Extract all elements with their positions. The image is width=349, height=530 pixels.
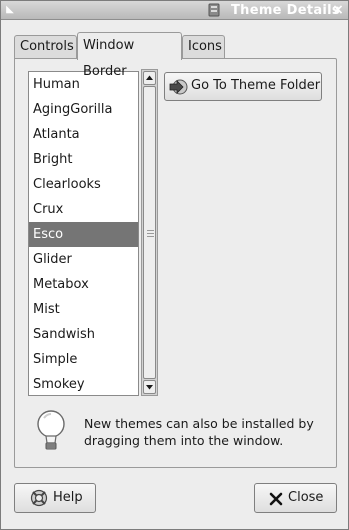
arrow-up-icon <box>146 75 153 80</box>
tab-controls[interactable]: Controls <box>14 35 77 59</box>
close-x-icon <box>269 492 283 506</box>
help-lifebuoy-icon <box>30 489 48 507</box>
go-to-theme-folder-button[interactable]: Go To Theme Folder <box>164 72 322 101</box>
tab-label: Icons <box>188 39 222 54</box>
grip-line <box>147 236 154 237</box>
list-item[interactable]: Smokey <box>29 372 138 395</box>
install-hint-text: New themes can also be installed by drag… <box>84 416 314 448</box>
help-label: Help <box>53 490 83 505</box>
close-label: Close <box>288 490 324 505</box>
help-button[interactable]: Help <box>14 483 96 513</box>
scroll-up-button[interactable] <box>143 71 156 85</box>
list-item[interactable]: Crux <box>29 197 138 222</box>
list-item[interactable]: Sandwish <box>29 322 138 347</box>
arrow-down-icon <box>146 385 153 390</box>
scroll-thumb[interactable] <box>143 86 156 379</box>
tab-label: Window Border <box>83 38 135 79</box>
title-bar[interactable]: ◣ Theme Details × <box>1 1 348 20</box>
list-item[interactable]: Glider <box>29 247 138 272</box>
list-item[interactable]: Bright <box>29 147 138 172</box>
palette-icon <box>208 3 220 17</box>
window-close-icon[interactable]: × <box>331 3 345 17</box>
tab-window-border[interactable]: Window Border <box>77 32 182 79</box>
close-button[interactable]: Close <box>254 483 337 513</box>
lightbulb-icon <box>37 410 65 450</box>
tab-label: Controls <box>20 39 74 54</box>
grip-line <box>147 230 154 231</box>
list-item[interactable]: Simple <box>29 347 138 372</box>
grip-line <box>147 233 154 234</box>
list-item[interactable]: Mist <box>29 297 138 322</box>
list-item[interactable]: Clearlooks <box>29 172 138 197</box>
window-title: Theme Details <box>231 3 340 18</box>
list-item[interactable]: Metabox <box>29 272 138 297</box>
list-item-selected[interactable]: Esco <box>29 222 138 247</box>
vertical-scrollbar[interactable] <box>141 69 158 396</box>
list-item[interactable]: AgingGorilla <box>29 97 138 122</box>
tab-icons[interactable]: Icons <box>182 35 225 59</box>
theme-list[interactable]: Human AgingGorilla Atlanta Bright Clearl… <box>28 71 139 396</box>
window-menu-icon[interactable]: ◣ <box>4 4 16 16</box>
go-to-theme-folder-label: Go To Theme Folder <box>191 78 321 93</box>
scroll-down-button[interactable] <box>143 380 156 394</box>
folder-go-icon <box>169 79 188 95</box>
theme-details-window: ◣ Theme Details × Controls Window Border… <box>0 0 349 530</box>
list-item[interactable]: Atlanta <box>29 122 138 147</box>
